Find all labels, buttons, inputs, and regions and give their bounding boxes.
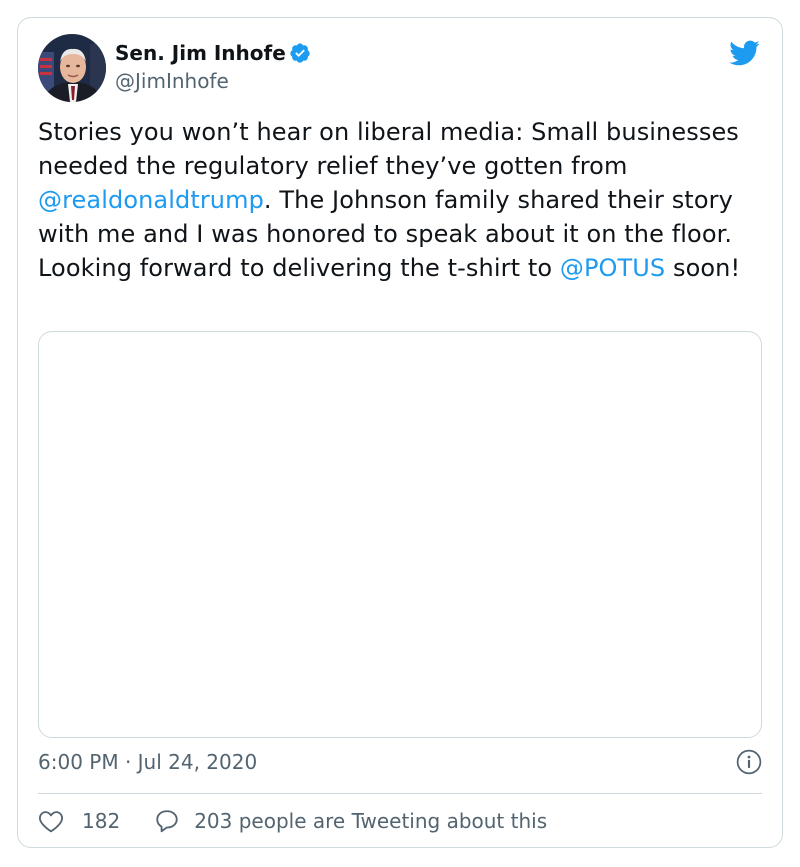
conversation-action[interactable]: 203 people are Tweeting about this bbox=[154, 808, 547, 834]
info-icon[interactable] bbox=[736, 749, 762, 775]
tweeting-about-text: 203 people are Tweeting about this bbox=[194, 809, 548, 833]
mention-realdonaldtrump[interactable]: @realdonaldtrump bbox=[38, 186, 264, 214]
speech-bubble-icon bbox=[156, 810, 178, 833]
tweet-timestamp[interactable]: 6:00 PM · Jul 24, 2020 bbox=[38, 749, 257, 775]
like-count: 182 bbox=[82, 809, 121, 833]
like-action[interactable]: 182 bbox=[38, 808, 120, 834]
verified-badge-icon bbox=[290, 43, 310, 63]
engagement-bar: 182 203 people are Tweeting about this bbox=[38, 806, 547, 836]
tweet-card: Sen. Jim Inhofe @JimInhofe Stories you w… bbox=[17, 17, 783, 848]
tweet-text-part-1: Stories you won’t hear on liberal media:… bbox=[38, 118, 739, 180]
twitter-bird-icon[interactable] bbox=[728, 39, 760, 67]
tweet-text: Stories you won’t hear on liberal media:… bbox=[38, 115, 764, 285]
author-handle[interactable]: @JimInhofe bbox=[115, 68, 229, 94]
avatar-image bbox=[38, 34, 106, 102]
avatar[interactable] bbox=[38, 34, 106, 102]
author-display-name[interactable]: Sen. Jim Inhofe bbox=[115, 40, 286, 66]
tweet-text-part-3: soon! bbox=[665, 254, 741, 282]
author-name-row[interactable]: Sen. Jim Inhofe bbox=[115, 39, 311, 67]
divider bbox=[38, 793, 762, 794]
media-embed[interactable] bbox=[38, 331, 762, 738]
mention-potus[interactable]: @POTUS bbox=[560, 254, 665, 282]
heart-icon bbox=[39, 811, 63, 833]
